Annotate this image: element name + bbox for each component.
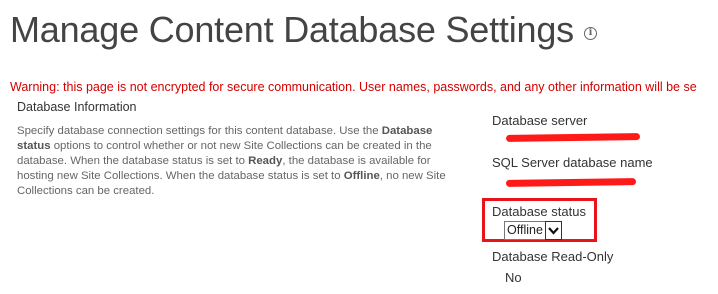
redacted-database-name-value (505, 178, 637, 187)
page-header: Manage Content Database Settings i (10, 8, 597, 52)
database-status-select[interactable]: Offline (504, 221, 562, 240)
description-text-1: Specify database connection settings for… (17, 125, 382, 137)
description-bold-offline: Offline (343, 170, 380, 182)
database-status-selected-value[interactable]: Offline (504, 221, 545, 240)
page-title: Manage Content Database Settings (10, 9, 574, 50)
description-bold-ready: Ready (248, 155, 283, 167)
section-description: Specify database connection settings for… (17, 124, 469, 199)
info-icon[interactable]: i (583, 26, 597, 40)
security-warning: Warning: this page is not encrypted for … (10, 80, 697, 94)
redacted-database-server-value (505, 133, 641, 142)
chevron-down-icon[interactable] (544, 221, 562, 240)
database-read-only-value: No (505, 270, 522, 285)
database-status-label: Database status (492, 204, 586, 219)
database-read-only-label: Database Read-Only (492, 249, 614, 264)
section-title: Database Information (17, 100, 137, 114)
sql-server-database-name-label: SQL Server database name (492, 155, 653, 170)
database-server-label: Database server (492, 113, 588, 128)
